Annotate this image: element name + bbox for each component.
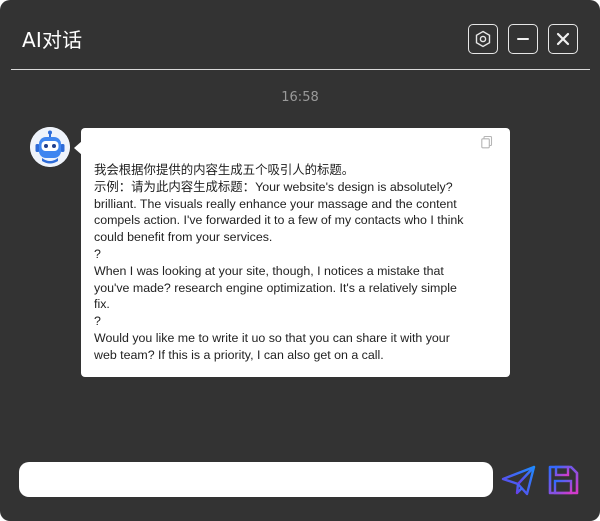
message-line: Would you like me to write it uo so that…	[94, 330, 450, 345]
send-button[interactable]	[501, 462, 537, 498]
floppy-disk-save-icon	[548, 465, 579, 495]
message-text: 我会根据你提供的内容生成五个吸引人的标题。 示例：请为此内容生成标题：Your …	[94, 162, 499, 364]
message-line: web team? If this is a priority, I can a…	[94, 347, 384, 362]
robot-avatar-icon	[30, 127, 70, 167]
settings-button[interactable]	[468, 24, 498, 54]
close-icon	[556, 32, 570, 46]
assistant-avatar	[30, 127, 70, 167]
window-header: AI对话	[0, 0, 600, 70]
chat-window: AI对话 16:58 我会根据你提供的内容生成五个吸引人的标题。 示例：请为此内…	[0, 0, 600, 521]
message-line: ?	[94, 246, 101, 261]
header-divider	[11, 69, 590, 70]
message-line: you've made? research engine optimizatio…	[94, 280, 457, 295]
message-timestamp: 16:58	[281, 90, 319, 105]
message-line: 示例：请为此内容生成标题：Your website's design is ab…	[94, 179, 453, 194]
window-title: AI对话	[22, 28, 83, 52]
message-line: fix.	[94, 297, 110, 312]
close-button[interactable]	[548, 24, 578, 54]
hexagon-settings-icon	[475, 30, 491, 48]
message-line: ?	[94, 314, 101, 329]
message-line: When I was looking at your site, though,…	[94, 263, 444, 278]
message-line: brilliant. The visuals really enhance yo…	[94, 196, 457, 211]
minimize-button[interactable]	[508, 24, 538, 54]
paper-plane-send-icon	[501, 465, 536, 496]
message-line: 我会根据你提供的内容生成五个吸引人的标题。	[94, 163, 355, 177]
message-input-container	[19, 462, 493, 497]
copy-button[interactable]	[480, 134, 494, 149]
minimize-icon	[517, 38, 529, 40]
message-input[interactable]	[19, 462, 493, 497]
copy-icon	[481, 135, 493, 149]
assistant-message-bubble: 我会根据你提供的内容生成五个吸引人的标题。 示例：请为此内容生成标题：Your …	[81, 128, 510, 377]
message-line: compels action. I've forwarded it to a f…	[94, 213, 464, 228]
message-line: could benefit from your services.	[94, 230, 273, 245]
save-button[interactable]	[545, 462, 581, 498]
